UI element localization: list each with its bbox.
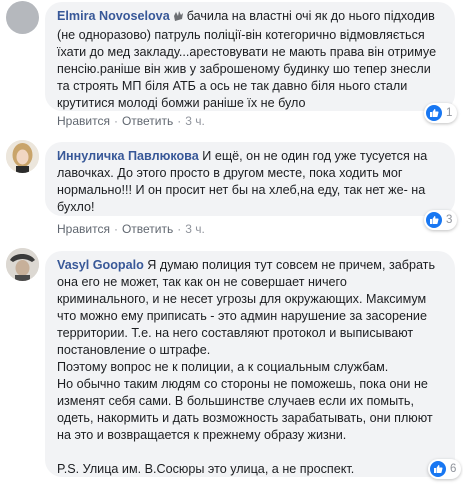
comment-text-line: лавочках. До этого просто в другом месте… bbox=[57, 166, 403, 180]
avatar[interactable] bbox=[6, 140, 39, 173]
separator: · bbox=[113, 222, 118, 236]
comment-text-line: изменят себя сами. В большинстве случаев… bbox=[57, 394, 414, 408]
comment-text-line: что можно ему приписать - это админ нару… bbox=[57, 309, 427, 323]
comment-time[interactable]: 3 ч. bbox=[185, 222, 205, 236]
like-link[interactable]: Нравится bbox=[57, 222, 110, 236]
comment-text-line: (не одноразово) патруль поліції-він коте… bbox=[57, 28, 425, 42]
verified-badge-icon bbox=[173, 10, 184, 27]
comment-actions: Нравится · Ответить · 3 ч. bbox=[57, 222, 205, 236]
comment-text-line: криминального, и не несет угрозы для окр… bbox=[57, 292, 427, 306]
separator: · bbox=[177, 222, 182, 236]
reaction-count-value: 3 bbox=[446, 214, 453, 226]
comment-text-line: бачила на властні очі як до нього підход… bbox=[186, 9, 435, 23]
comment-time[interactable]: 3 ч. bbox=[185, 114, 205, 128]
reaction-count[interactable]: 1 bbox=[424, 103, 458, 123]
reaction-count[interactable]: 3 bbox=[424, 210, 458, 230]
comment-text-line: P.S. Улица им. В.Сосюры это улица, а не … bbox=[57, 462, 355, 476]
comment-text-line: она его не может, так как он не совершае… bbox=[57, 275, 347, 289]
thumbs-up-icon bbox=[426, 212, 442, 228]
comment-text-line: бухло! bbox=[57, 200, 95, 214]
comment-text-line: крутитися молоді бомжи раніше їх не було bbox=[57, 96, 306, 110]
comment-text-line: И ещё, он не один год уже тусуется на bbox=[202, 149, 428, 163]
thumbs-up-icon bbox=[426, 105, 442, 121]
reaction-count[interactable]: 6 bbox=[428, 459, 462, 479]
comment-text-line bbox=[57, 444, 445, 461]
comment-text-line: пенсію.раніше він жив у заброшеному буди… bbox=[57, 62, 431, 76]
thumbs-up-icon bbox=[430, 461, 446, 477]
avatar[interactable] bbox=[6, 248, 39, 281]
reply-link[interactable]: Ответить bbox=[122, 222, 173, 236]
comment-text-line: на это и возвращается к прежнему образу … bbox=[57, 428, 347, 442]
comment-text-line: та строять МП біля АТБ а ось не так давн… bbox=[57, 79, 408, 93]
separator: · bbox=[177, 114, 182, 128]
comment-text-line: одеть, накормить и дать возможность зара… bbox=[57, 411, 433, 425]
comment-text-line: Я думаю полиция тут совсем не причем, за… bbox=[147, 258, 436, 272]
separator: · bbox=[113, 114, 118, 128]
comment-actions: Нравится · Ответить · 3 ч. bbox=[57, 114, 205, 128]
comment-text-line: постановление о штрафе. bbox=[57, 343, 211, 357]
comment-author[interactable]: Иннуличка Павлюкова bbox=[57, 149, 199, 163]
comment-text-line: Поэтому вопрос не к полиции, а к социаль… bbox=[57, 360, 389, 374]
comment-text-line: нормально!!! И он просит нет бы на хлеб,… bbox=[57, 183, 426, 197]
comment-author[interactable]: Vasyl Goopalo bbox=[57, 258, 144, 272]
comment-bubble: Elmira Novoselova бачила на властні очі я… bbox=[45, 2, 455, 111]
reaction-count-value: 6 bbox=[450, 463, 457, 475]
reply-link[interactable]: Ответить bbox=[122, 114, 173, 128]
like-link[interactable]: Нравится bbox=[57, 114, 110, 128]
comment-text-line: Но обычно таким людям со стороны не помо… bbox=[57, 377, 428, 391]
comment-bubble: Vasyl Goopalo Я думаю полиция тут совсем… bbox=[45, 251, 455, 477]
comment-text-line: территории. Т.е. на него составляют прот… bbox=[57, 326, 414, 340]
comment-bubble: Иннуличка Павлюкова И ещё, он не один го… bbox=[45, 142, 455, 216]
comment-text-line: їхати до мед закладу...арестовувати не м… bbox=[57, 45, 437, 59]
comment-author[interactable]: Elmira Novoselova bbox=[57, 9, 170, 23]
avatar[interactable] bbox=[6, 1, 39, 34]
reaction-count-value: 1 bbox=[446, 107, 453, 119]
